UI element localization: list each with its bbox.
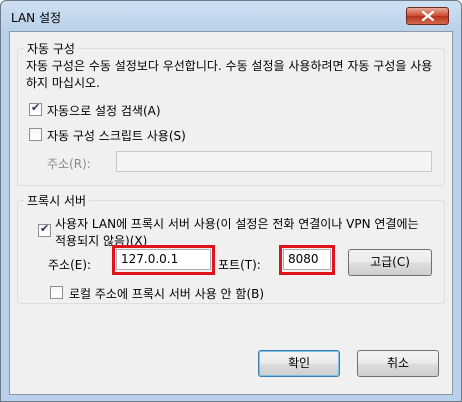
bypass-local-checkbox[interactable] <box>50 286 63 299</box>
advanced-button[interactable]: 고급(C) <box>348 249 432 276</box>
proxy-address-input[interactable]: 127.0.0.1 <box>116 249 211 270</box>
auto-config-description: 자동 구성은 수동 설정보다 우선합니다. 수동 설정을 사용하려면 자동 구성… <box>26 59 433 90</box>
use-proxy-checkbox[interactable] <box>38 222 51 237</box>
proxy-server-legend: 프록시 서버 <box>27 194 87 208</box>
auto-detect-label[interactable]: 자동으로 설정 검색(A) <box>47 102 161 119</box>
dialog-body: 자동 구성 자동 구성은 수동 설정보다 우선합니다. 수동 설정을 사용하려면… <box>9 31 453 395</box>
window-title: LAN 설정 <box>11 11 62 25</box>
bypass-local-label[interactable]: 로컬 주소에 프록시 서버 사용 안 함(B) <box>69 285 264 302</box>
title-bar[interactable]: LAN 설정 <box>1 1 461 31</box>
auto-script-label[interactable]: 자동 구성 스크립트 사용(S) <box>47 127 186 144</box>
lan-settings-dialog: LAN 설정 자동 구성 자동 구성은 수동 설정보다 우선합니다. 수동 설정… <box>0 0 462 402</box>
auto-detect-checkbox[interactable] <box>29 101 42 116</box>
auto-script-checkbox[interactable] <box>29 128 42 141</box>
script-address-label: 주소(R): <box>47 157 91 171</box>
script-address-input[interactable] <box>116 151 432 172</box>
close-icon <box>421 11 434 21</box>
proxy-port-label: 포트(T): <box>218 258 261 272</box>
ok-button[interactable]: 확인 <box>258 350 340 377</box>
proxy-port-input[interactable]: 8080 <box>283 249 331 270</box>
cancel-button[interactable]: 취소 <box>357 350 439 377</box>
auto-config-legend: 자동 구성 <box>27 42 75 56</box>
proxy-address-label: 주소(E): <box>48 258 92 272</box>
close-button[interactable] <box>406 7 449 25</box>
